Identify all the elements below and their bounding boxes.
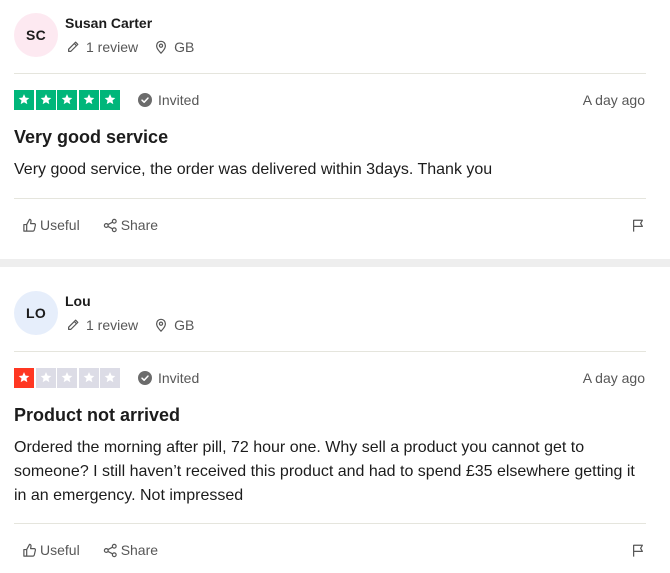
- share-label: Share: [120, 542, 159, 558]
- star-rating: [14, 368, 122, 388]
- star-empty-icon: [57, 368, 77, 388]
- invited-badge[interactable]: Invited: [138, 370, 199, 386]
- report-flag-button[interactable]: [631, 543, 645, 563]
- share-icon: [103, 543, 117, 557]
- location-pin-icon: [156, 318, 167, 332]
- reviewer-location: GB: [154, 39, 194, 55]
- check-circle-icon: [138, 93, 152, 107]
- country-label: GB: [174, 39, 195, 55]
- star-filled-icon: [100, 90, 120, 110]
- reviewer-location: GB: [154, 317, 194, 333]
- location-pin-icon: [156, 40, 167, 54]
- review-count-label: 1 review: [86, 39, 139, 55]
- review-count: 1 review: [66, 317, 138, 333]
- review-count: 1 review: [66, 39, 138, 55]
- thumbs-up-icon: [23, 543, 37, 557]
- divider: [14, 523, 646, 524]
- pencil-icon: [68, 319, 79, 330]
- invited-badge[interactable]: Invited: [138, 92, 199, 108]
- star-filled-icon: [57, 90, 77, 110]
- star-filled-icon: [78, 90, 99, 110]
- useful-label: Useful: [40, 217, 80, 233]
- avatar[interactable]: SC: [14, 13, 58, 57]
- star-empty-icon: [100, 368, 120, 388]
- star-filled-icon: [35, 90, 56, 110]
- star-filled-icon: [14, 368, 34, 388]
- star-empty-icon: [78, 368, 99, 388]
- reviewer-meta: 1 review GB: [66, 317, 194, 333]
- thumbs-up-icon: [23, 218, 37, 232]
- star-filled-icon: [14, 90, 34, 110]
- avatar[interactable]: LO: [14, 291, 58, 335]
- invited-label: Invited: [158, 92, 200, 108]
- divider: [14, 73, 646, 74]
- report-flag-button[interactable]: [631, 218, 645, 238]
- country-label: GB: [174, 317, 195, 333]
- star-empty-icon: [35, 368, 56, 388]
- review-body: Very good service, the order was deliver…: [14, 161, 493, 178]
- share-icon: [103, 218, 117, 232]
- review-count-label: 1 review: [86, 317, 139, 333]
- review-title[interactable]: Product not arrived: [14, 405, 180, 426]
- review-body: Ordered the morning after pill, 72 hour …: [14, 439, 635, 504]
- pencil-icon: [68, 41, 79, 52]
- reviewer-name[interactable]: Susan Carter: [65, 15, 152, 31]
- review-date: A day ago: [582, 370, 645, 386]
- share-label: Share: [120, 217, 159, 233]
- share-button[interactable]: Share: [103, 542, 158, 558]
- flag-icon: [633, 219, 643, 232]
- review-actions: Useful Share: [22, 217, 158, 233]
- review-card: SC Susan Carter 1 review GB Invited A da…: [0, 0, 670, 259]
- invited-label: Invited: [158, 370, 200, 386]
- review-actions: Useful Share: [22, 542, 158, 558]
- flag-icon: [633, 544, 643, 557]
- review-card: LO Lou 1 review GB Invited A day ago Pro…: [0, 267, 670, 573]
- share-button[interactable]: Share: [103, 217, 158, 233]
- useful-button[interactable]: Useful: [22, 217, 80, 233]
- review-date: A day ago: [582, 92, 645, 108]
- check-circle-icon: [138, 371, 152, 385]
- useful-label: Useful: [40, 542, 80, 558]
- review-title[interactable]: Very good service: [14, 127, 168, 148]
- review-separator: [0, 259, 670, 267]
- divider: [14, 198, 646, 199]
- reviewer-meta: 1 review GB: [66, 39, 194, 55]
- reviewer-name[interactable]: Lou: [65, 293, 91, 309]
- divider: [14, 351, 646, 352]
- star-rating: [14, 90, 122, 110]
- useful-button[interactable]: Useful: [22, 542, 80, 558]
